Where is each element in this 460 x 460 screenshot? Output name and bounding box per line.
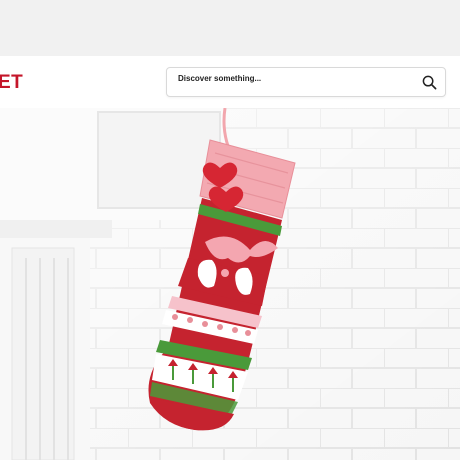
hero-image: [0, 108, 460, 460]
search-icon[interactable]: [422, 75, 437, 90]
search-input[interactable]: Discover something...: [166, 67, 446, 97]
brand-logo[interactable]: ET: [0, 72, 23, 94]
stocking-photo: [0, 108, 460, 460]
search-placeholder: Discover something...: [178, 74, 262, 83]
top-banner: [0, 0, 460, 56]
